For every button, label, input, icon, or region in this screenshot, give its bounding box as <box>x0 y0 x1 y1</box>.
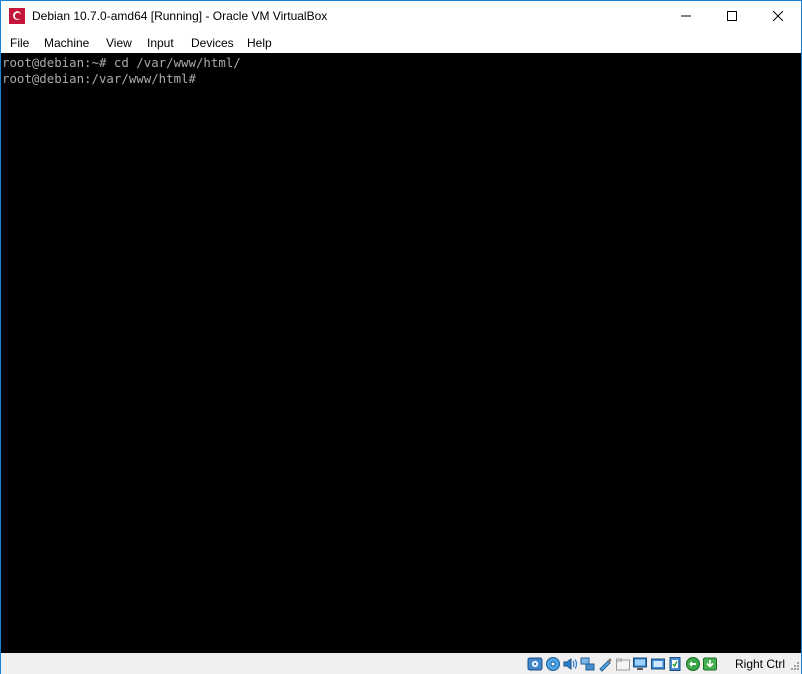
close-button[interactable] <box>755 1 801 31</box>
menu-file[interactable]: File <box>10 36 29 50</box>
menu-devices[interactable]: Devices <box>191 36 234 50</box>
window-title: Debian 10.7.0-amd64 [Running] - Oracle V… <box>32 9 328 23</box>
display-icon[interactable] <box>632 656 648 672</box>
maximize-icon <box>727 11 737 21</box>
vm-console-screen[interactable]: root@debian:~# cd /var/www/html/ root@de… <box>1 53 801 653</box>
optical-drive-icon[interactable] <box>545 656 561 672</box>
recording-icon[interactable] <box>650 656 666 672</box>
hard-disk-icon[interactable] <box>527 656 543 672</box>
close-icon <box>773 11 783 21</box>
shared-folders-icon[interactable] <box>615 656 631 672</box>
host-key-label[interactable]: Right Ctrl <box>735 657 785 671</box>
network-icon[interactable] <box>580 656 596 672</box>
console-line: root@debian:~# cd /var/www/html/ <box>2 55 241 70</box>
menu-machine[interactable]: Machine <box>44 36 89 50</box>
virtualbox-window: Debian 10.7.0-amd64 [Running] - Oracle V… <box>0 0 802 674</box>
console-line: root@debian:/var/www/html# <box>2 71 196 86</box>
minimize-icon <box>681 15 691 17</box>
menu-input[interactable]: Input <box>147 36 174 50</box>
usb-icon[interactable] <box>597 656 613 672</box>
cpu-icon[interactable] <box>667 656 683 672</box>
maximize-button[interactable] <box>709 1 755 31</box>
status-icon-group <box>527 655 720 672</box>
minimize-button[interactable] <box>663 1 709 31</box>
keyboard-capture-icon[interactable] <box>702 656 718 672</box>
menu-view[interactable]: View <box>106 36 132 50</box>
audio-icon[interactable] <box>562 656 578 672</box>
status-bar: Right Ctrl <box>1 653 801 674</box>
mouse-integration-icon[interactable] <box>685 656 701 672</box>
debian-vm-icon <box>9 8 25 24</box>
resize-grip-icon[interactable] <box>788 661 800 673</box>
title-bar[interactable]: Debian 10.7.0-amd64 [Running] - Oracle V… <box>1 1 801 31</box>
menu-help[interactable]: Help <box>247 36 272 50</box>
menu-bar: File Machine View Input Devices Help <box>1 31 801 53</box>
